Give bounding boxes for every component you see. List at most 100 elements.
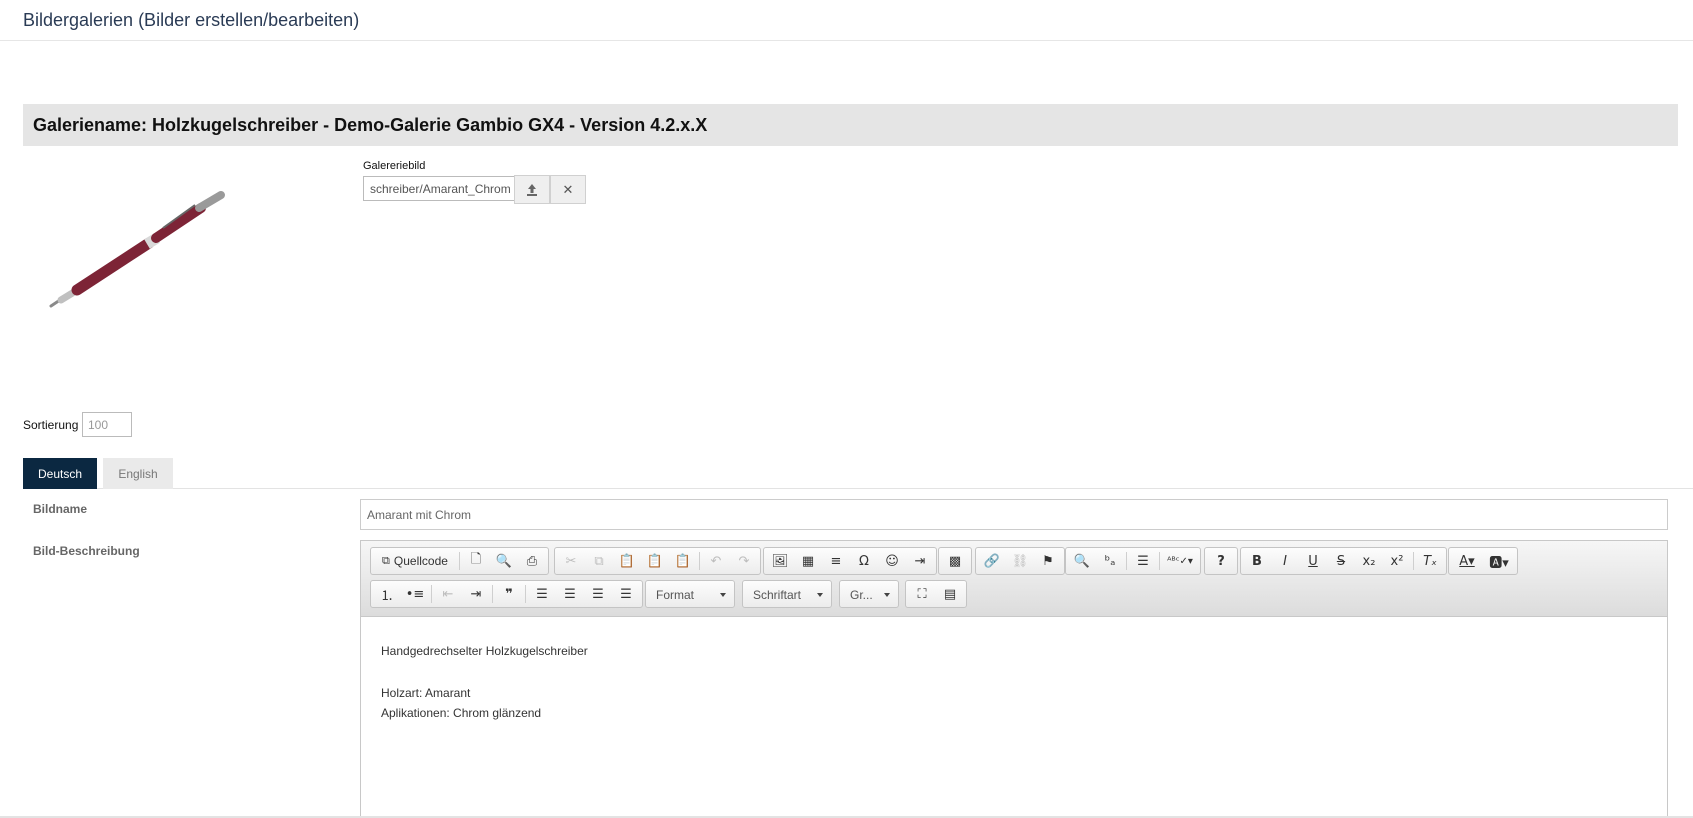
outdent-icon: ⇤ xyxy=(442,586,454,602)
special-char-button[interactable]: Ω xyxy=(850,548,878,574)
anchor-button[interactable]: ⚑ xyxy=(1034,548,1062,574)
upload-button[interactable] xyxy=(514,175,550,204)
tab-deutsch[interactable]: Deutsch xyxy=(23,458,97,489)
spellcheck-icon: ᴬᴮᶜ✓▾ xyxy=(1167,555,1193,567)
align-center-icon: ☰ xyxy=(564,586,576,602)
bg-color-icon: 🅰▾ xyxy=(1489,555,1509,571)
select-all-button[interactable]: ☰ xyxy=(1129,548,1157,574)
indent-button[interactable]: ⇥ xyxy=(462,581,490,607)
align-right-icon: ☰ xyxy=(592,586,604,602)
page-title: Bildergalerien (Bilder erstellen/bearbei… xyxy=(23,10,360,30)
content-line: Handgedrechselter Holzkugelschreiber xyxy=(381,644,588,658)
toolbar-separator xyxy=(492,585,493,603)
show-blocks-button[interactable]: ▤ xyxy=(936,581,964,607)
subscript-button[interactable]: x₂ xyxy=(1355,548,1383,574)
search-icon: 🔍 xyxy=(1073,553,1091,569)
toolbar-group-colors: A▾ 🅰▾ xyxy=(1448,547,1518,575)
maximize-button[interactable]: ⛶ xyxy=(908,581,936,607)
unlink-icon: ⛓ xyxy=(1011,553,1029,569)
undo-button[interactable]: ↶ xyxy=(702,548,730,574)
numbered-list-icon: ⒈ xyxy=(380,588,394,604)
align-left-icon: ☰ xyxy=(536,586,548,602)
link-button[interactable]: 🔗 xyxy=(978,548,1006,574)
help-icon: ? xyxy=(1217,553,1225,569)
font-size-dropdown[interactable]: Gr... xyxy=(839,580,899,608)
align-right-button[interactable]: ☰ xyxy=(584,581,612,607)
replace-icon: ᵇₐ xyxy=(1104,553,1116,569)
cut-button[interactable]: ✂ xyxy=(557,548,585,574)
bulleted-list-button[interactable]: •≡ xyxy=(401,581,429,607)
toolbar-group-insert: 🖼 ▦ ≡ Ω ☺ ⇥ xyxy=(763,547,937,575)
source-button[interactable]: ⧉ Quellcode xyxy=(373,548,457,574)
text-color-button[interactable]: A▾ xyxy=(1451,548,1483,574)
maximize-icon: ⛶ xyxy=(917,586,927,602)
horizontal-line-icon: ≡ xyxy=(830,553,842,569)
blockquote-button[interactable]: ❞ xyxy=(495,581,523,607)
remove-format-icon: Tₓ xyxy=(1423,553,1437,569)
print-button[interactable]: ⎙ xyxy=(518,548,546,574)
content-line: Aplikationen: Chrom glänzend xyxy=(381,706,542,720)
gallery-name-heading: Galeriename: Holzkugelschreiber - Demo-G… xyxy=(33,115,708,135)
numbered-list-button[interactable]: ⒈ xyxy=(373,581,401,607)
help-button[interactable]: ? xyxy=(1207,548,1235,574)
horizontal-line-button[interactable]: ≡ xyxy=(822,548,850,574)
outdent-button[interactable]: ⇤ xyxy=(434,581,462,607)
bildname-input[interactable]: Amarant mit Chrom xyxy=(360,499,1668,530)
bold-icon: B xyxy=(1252,553,1262,569)
tab-english[interactable]: English xyxy=(103,458,173,489)
content-blank-line xyxy=(381,662,588,683)
underline-button[interactable]: U xyxy=(1299,548,1327,574)
paste-word-button[interactable]: 📋 xyxy=(669,548,697,574)
qrcode-icon: ▩ xyxy=(948,553,962,569)
replace-button[interactable]: ᵇₐ xyxy=(1096,548,1124,574)
italic-button[interactable]: I xyxy=(1271,548,1299,574)
subscript-icon: x₂ xyxy=(1362,553,1376,569)
toolbar-group-basic-styles: B I U S x₂ x² Tₓ xyxy=(1240,547,1447,575)
gallery-image-field[interactable]: schreiber/Amarant_Chrom xyxy=(363,176,514,201)
editor-content[interactable]: Handgedrechselter Holzkugelschreiber Hol… xyxy=(381,641,588,724)
align-left-button[interactable]: ☰ xyxy=(528,581,556,607)
sort-input[interactable]: 100 xyxy=(82,412,132,437)
pagebreak-button[interactable]: ⇥ xyxy=(906,548,934,574)
bold-button[interactable]: B xyxy=(1243,548,1271,574)
strike-button[interactable]: S xyxy=(1327,548,1355,574)
paste-text-icon: 📋 xyxy=(646,553,664,569)
unlink-button[interactable]: ⛓ xyxy=(1006,548,1034,574)
paste-word-icon: 📋 xyxy=(674,553,692,569)
gallery-image-preview xyxy=(23,158,313,358)
remove-image-button[interactable]: ✕ xyxy=(550,175,586,204)
superscript-button[interactable]: x² xyxy=(1383,548,1411,574)
align-center-button[interactable]: ☰ xyxy=(556,581,584,607)
gallery-name-bar: Galeriename: Holzkugelschreiber - Demo-G… xyxy=(23,104,1678,146)
smiley-button[interactable]: ☺ xyxy=(878,548,906,574)
toolbar-separator xyxy=(699,552,700,570)
redo-button[interactable]: ↷ xyxy=(730,548,758,574)
rich-text-editor: ⧉ Quellcode 🗋 🔍 ⎙ ✂ ⧉ 📋 📋 📋 ↶ ↷ 🖼 ▦ ≡ Ω … xyxy=(360,540,1668,818)
format-dropdown[interactable]: Format xyxy=(645,580,735,608)
preview-icon: 🔍 xyxy=(495,553,513,569)
font-dropdown[interactable]: Schriftart xyxy=(742,580,832,608)
select-all-icon: ☰ xyxy=(1137,553,1149,569)
align-justify-button[interactable]: ☰ xyxy=(612,581,640,607)
pagebreak-icon: ⇥ xyxy=(914,553,926,569)
preview-button[interactable]: 🔍 xyxy=(490,548,518,574)
remove-format-button[interactable]: Tₓ xyxy=(1416,548,1444,574)
paste-text-button[interactable]: 📋 xyxy=(641,548,669,574)
copy-icon: ⧉ xyxy=(594,553,604,569)
new-page-button[interactable]: 🗋 xyxy=(462,548,490,574)
toolbar-group-lists: ⒈ •≡ ⇤ ⇥ ❞ ☰ ☰ ☰ ☰ xyxy=(370,580,643,608)
paste-button[interactable]: 📋 xyxy=(613,548,641,574)
toolbar-group-clipboard: ✂ ⧉ 📋 📋 📋 ↶ ↷ xyxy=(554,547,761,575)
image-button[interactable]: 🖼 xyxy=(766,548,794,574)
copy-button[interactable]: ⧉ xyxy=(585,548,613,574)
spellcheck-button[interactable]: ᴬᴮᶜ✓▾ xyxy=(1162,548,1198,574)
toolbar-group-links: 🔗 ⛓ ⚑ xyxy=(975,547,1065,575)
superscript-icon: x² xyxy=(1390,553,1404,569)
language-tabs: Deutsch English xyxy=(23,458,1693,489)
link-icon: 🔗 xyxy=(983,553,1001,569)
bg-color-button[interactable]: 🅰▾ xyxy=(1483,548,1515,574)
table-button[interactable]: ▦ xyxy=(794,548,822,574)
omega-icon: Ω xyxy=(859,553,869,569)
find-button[interactable]: 🔍 xyxy=(1068,548,1096,574)
qrcode-button[interactable]: ▩ xyxy=(941,548,969,574)
